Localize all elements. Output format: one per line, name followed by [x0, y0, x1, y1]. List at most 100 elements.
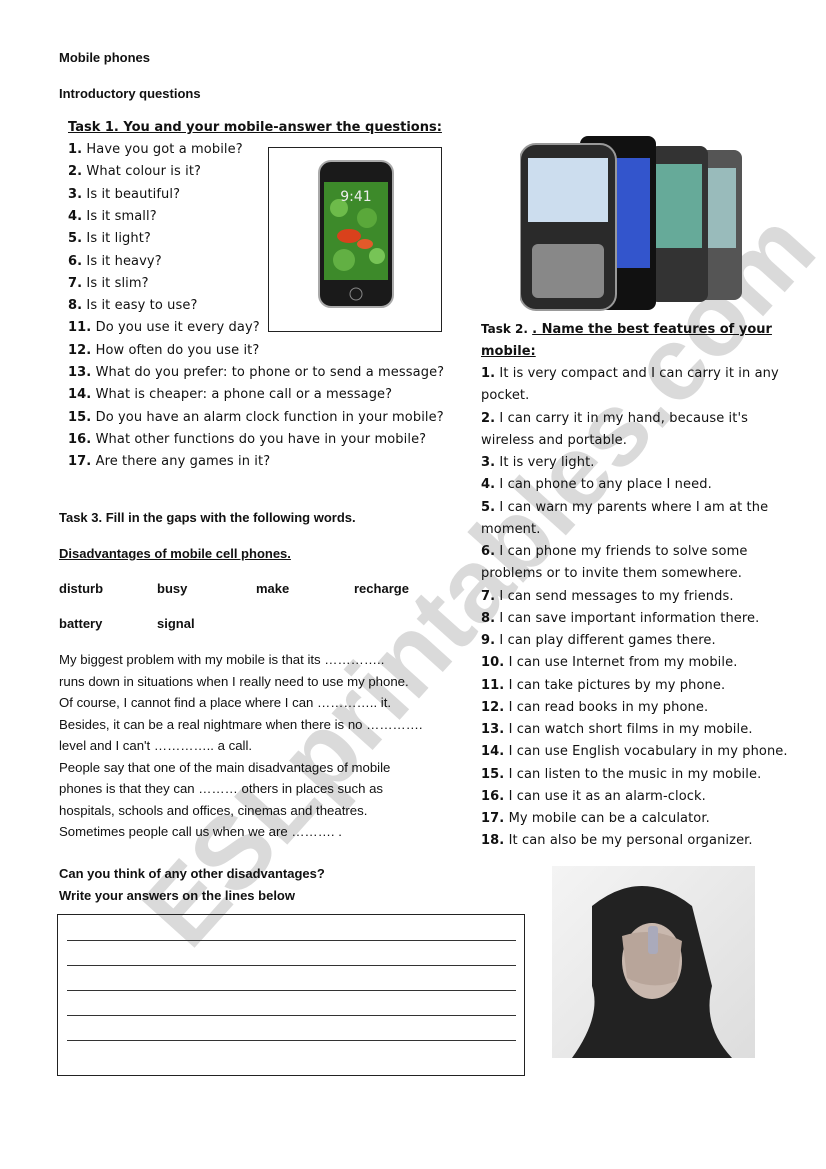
item-number: 2.: [68, 164, 83, 180]
feature-item: 4. I can phone to any place I need.: [481, 477, 712, 492]
item-number: 6.: [481, 544, 496, 559]
feature-item: 14. I can use English vocabulary in my p…: [481, 744, 788, 759]
feature-item: 11. I can take pictures by my phone.: [481, 678, 725, 693]
item-text: I can take pictures by my phone.: [508, 677, 726, 693]
item-number: 13.: [68, 365, 92, 380]
item-text: It can also be my personal organizer.: [508, 833, 753, 849]
item-number: 17.: [481, 811, 505, 826]
item-text: It is very compact and I can carry it in…: [499, 366, 779, 381]
item-text: I can send messages to my friends.: [499, 588, 734, 604]
item-text: pocket.: [481, 388, 530, 404]
stressed-woman-icon: [572, 886, 732, 1058]
item-text: Is it heavy?: [86, 253, 162, 269]
question-item: 17. Are there any games in it?: [68, 454, 270, 469]
item-number: 15.: [68, 409, 92, 425]
item-text: Do you have an alarm clock function in y…: [95, 409, 444, 425]
feature-item: 10. I can use Internet from my mobile.: [481, 655, 737, 670]
task2-heading-text: . Name the best features of your: [532, 322, 772, 337]
feature-item: 7. I can send messages to my friends.: [481, 589, 734, 604]
question-item: 6. Is it heavy?: [68, 254, 162, 269]
item-text: I can phone to any place I need.: [499, 477, 712, 493]
feature-item: 3. It is very light.: [481, 455, 595, 470]
item-text: I can carry it in my hand, because it's: [499, 410, 749, 426]
item-text: I can use it as an alarm-clock.: [508, 788, 706, 804]
question-item: 5. Is it light?: [68, 231, 151, 246]
item-text: My mobile can be a calculator.: [508, 811, 710, 826]
item-number: 8.: [68, 298, 83, 314]
item-number: 3.: [68, 186, 83, 202]
paragraph-line: My biggest problem with my mobile is tha…: [59, 652, 385, 667]
question-item: 3. Is it beautiful?: [68, 187, 180, 202]
smartphones-image: [519, 134, 746, 314]
task3-subheading: Disadvantages of mobile cell phones.: [59, 546, 291, 561]
iphone-image: 9:41: [268, 147, 442, 332]
question-item: 7. Is it slim?: [68, 276, 149, 291]
item-text: Is it beautiful?: [86, 186, 181, 202]
item-text: Do you use it every day?: [95, 320, 260, 336]
feature-item: 15. I can listen to the music in my mobi…: [481, 767, 761, 782]
item-text: wireless and portable.: [481, 432, 627, 448]
page-title: Mobile phones: [59, 50, 150, 65]
item-number: 2.: [481, 410, 496, 426]
item-number: 12.: [68, 342, 92, 358]
answer-line[interactable]: [67, 1040, 516, 1041]
item-text: It is very light.: [499, 455, 595, 470]
answer-line[interactable]: [67, 940, 516, 941]
item-number: 7.: [481, 588, 496, 604]
instruction-write: Write your answers on the lines below: [59, 888, 295, 903]
feature-item: 16. I can use it as an alarm-clock.: [481, 789, 706, 804]
item-number: 6.: [68, 253, 83, 269]
feature-item: 18. It can also be my personal organizer…: [481, 833, 753, 848]
answer-line[interactable]: [67, 965, 516, 966]
question-item: 13. What do you prefer: to phone or to s…: [68, 365, 444, 380]
question-disadvantages: Can you think of any other disadvantages…: [59, 866, 325, 881]
item-number: 10.: [481, 655, 505, 671]
feature-item: 13. I can watch short films in my mobile…: [481, 722, 753, 737]
answer-line[interactable]: [67, 1015, 516, 1016]
item-number: 4.: [481, 477, 496, 493]
smartphones-icon: [519, 136, 742, 311]
answer-line[interactable]: [67, 990, 516, 991]
item-number: 18.: [481, 833, 505, 849]
word-bank-item: make: [256, 581, 290, 596]
item-text: What do you prefer: to phone or to send …: [95, 365, 445, 380]
paragraph-line: People say that one of the main disadvan…: [59, 759, 391, 775]
feature-item: 8. I can save important information ther…: [481, 611, 759, 626]
paragraph-line: runs down in situations when I really ne…: [59, 673, 409, 689]
paragraph-line: Sometimes people call us when we are …………: [59, 824, 342, 839]
item-number: 9.: [481, 633, 496, 648]
item-text: problems or to invite them somewhere.: [481, 566, 742, 582]
feature-item: wireless and portable.: [481, 433, 627, 448]
word-bank-item: disturb: [59, 581, 104, 596]
woman-on-phone-image: [552, 866, 755, 1058]
item-number: 16.: [68, 431, 92, 447]
item-text: I can watch short films in my mobile.: [508, 722, 753, 737]
feature-item: problems or to invite them somewhere.: [481, 566, 742, 581]
feature-item: 9. I can play different games there.: [481, 633, 716, 648]
item-number: 4.: [68, 208, 83, 224]
item-text: What other functions do you have in your…: [95, 431, 427, 447]
question-item: 4. Is it small?: [68, 209, 157, 224]
item-number: 12.: [481, 699, 505, 715]
paragraph-line: phones is that they can ……… others in pl…: [59, 781, 383, 796]
item-number: 5.: [481, 499, 496, 515]
word-bank-item: battery: [59, 616, 103, 631]
item-text: What is cheaper: a phone call or a messa…: [95, 387, 393, 403]
question-item: 8. Is it easy to use?: [68, 298, 197, 313]
item-number: 15.: [481, 766, 505, 782]
answer-box[interactable]: [57, 914, 525, 1076]
word-bank-item: signal: [157, 616, 195, 631]
task3-heading: Task 3. Fill in the gaps with the follow…: [59, 510, 356, 525]
item-text: Is it light?: [86, 231, 151, 247]
question-item: 11. Do you use it every day?: [68, 320, 260, 335]
feature-item: moment.: [481, 522, 540, 537]
feature-item: 1. It is very compact and I can carry it…: [481, 366, 779, 381]
task1-heading: Task 1. You and your mobile-answer the q…: [68, 120, 442, 135]
item-text: Have you got a mobile?: [86, 142, 243, 157]
item-text: How often do you use it?: [95, 342, 260, 358]
item-text: I can read books in my phone.: [508, 699, 709, 715]
item-text: I can use English vocabulary in my phone…: [508, 744, 788, 760]
question-item: 16. What other functions do you have in …: [68, 432, 426, 447]
task2-label: Task 2.: [481, 322, 533, 336]
paragraph-line: hospitals, schools and offices, cinemas …: [59, 802, 368, 818]
